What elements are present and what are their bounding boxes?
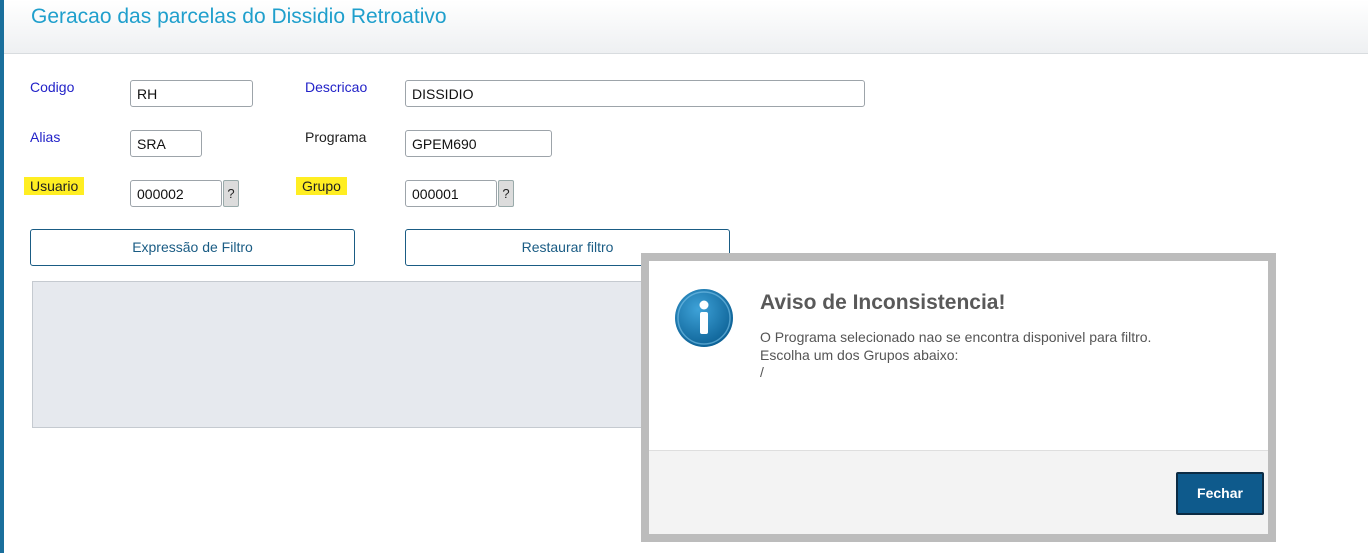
programa-label: Programa [305,129,367,145]
grupo-help-button[interactable]: ? [498,180,514,207]
usuario-label: Usuario [24,177,85,195]
page-title: Geracao das parcelas do Dissidio Retroat… [31,5,447,28]
dialog-message-line2: Escolha um dos Grupos abaixo: [760,347,959,363]
dialog-message-line3: / [760,364,764,380]
alias-field[interactable]: SRA [130,130,202,157]
codigo-field[interactable]: RH [130,80,253,107]
grupo-label: Grupo [296,177,347,195]
filter-expression-panel [32,281,652,428]
alias-label: Alias [30,129,61,145]
usuario-help-button[interactable]: ? [223,180,239,207]
dialog-title: Aviso de Inconsistencia! [760,291,1006,314]
grupo-field[interactable]: 000001 [405,180,497,207]
close-button[interactable]: Fechar [1176,472,1264,515]
left-accent-bar [0,0,4,553]
programa-field[interactable]: GPEM690 [405,130,552,157]
filter-expression-button[interactable]: Expressão de Filtro [30,229,355,266]
usuario-field[interactable]: 000002 [130,180,222,207]
codigo-label: Codigo [30,79,75,95]
page-header: Geracao das parcelas do Dissidio Retroat… [4,0,1368,54]
dialog-message-line1: O Programa selecionado nao se encontra d… [760,329,1152,345]
descricao-label: Descricao [305,79,368,95]
descricao-field[interactable]: DISSIDIO [405,80,865,107]
inconsistency-dialog: Aviso de Inconsistencia! O Programa sele… [641,253,1276,542]
info-icon [675,289,733,347]
